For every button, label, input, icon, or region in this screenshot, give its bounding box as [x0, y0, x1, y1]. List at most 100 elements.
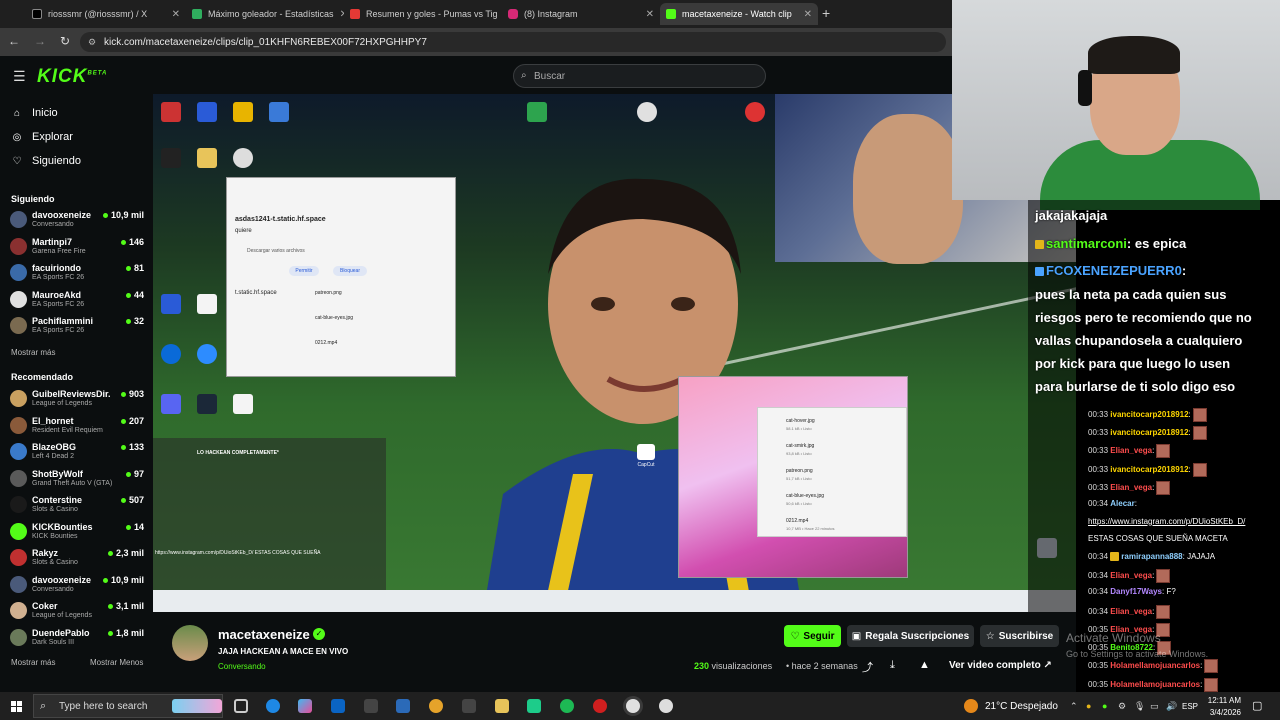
subscribe-button[interactable]: ☆ Suscribirse — [980, 625, 1059, 647]
channel-row[interactable]: KICKBounties KICK Bounties 14 — [10, 520, 144, 544]
spotify-icon[interactable] — [560, 699, 574, 713]
forward-icon[interactable]: → — [34, 34, 46, 48]
show-more-link[interactable]: Mostrar más — [11, 348, 55, 357]
popup-item: Descargar varios archivos — [247, 248, 305, 254]
gift-subs-button[interactable]: ▣ Regala Suscripciones — [847, 625, 974, 647]
follow-button[interactable]: ♡ Seguir — [784, 625, 841, 647]
channel-row[interactable]: davooxeneize Conversando 10,9 mil — [10, 573, 144, 597]
headphones-icon — [1078, 70, 1092, 106]
url-bar[interactable]: kick.com/macetaxeneize/clips/clip_01KHFN… — [80, 32, 946, 52]
tab-resumen[interactable]: Resumen y goles - Pumas vs Tig ✕ — [344, 3, 502, 25]
sidebar-item-explorar[interactable]: ◎ Explorar — [11, 131, 73, 143]
tray-app-icon[interactable]: ● — [1102, 701, 1107, 711]
channel-row[interactable]: MauroeAkd EA Sports FC 26 44 — [10, 288, 144, 312]
hamburger-menu-icon[interactable]: ☰ — [13, 68, 26, 85]
channel-category: Conversando — [32, 221, 74, 228]
firefox-icon[interactable] — [429, 699, 443, 713]
word-icon — [197, 102, 217, 122]
notification-icon[interactable]: ▢ — [1252, 699, 1262, 712]
channel-row[interactable]: davooxeneize Conversando 10,9 mil — [10, 208, 144, 232]
network-icon[interactable]: ▭ — [1150, 701, 1159, 712]
tab-instagram[interactable]: (8) Instagram ✕ — [502, 3, 660, 25]
google-play-icon — [527, 102, 547, 122]
tray-app-icon[interactable]: ● — [1086, 701, 1091, 711]
channel-row[interactable]: Pachiflammini EA Sports FC 26 32 — [10, 314, 144, 338]
edge-icon[interactable] — [266, 699, 280, 713]
file-item: patreon.png — [315, 290, 342, 296]
share-icon[interactable]: ⤴ — [862, 659, 873, 675]
close-icon[interactable]: ✕ — [646, 9, 654, 20]
reload-icon[interactable]: ↻ — [60, 34, 70, 48]
tab-goleador[interactable]: Máximo goleador - Estadísticas ✕ — [186, 3, 344, 25]
channel-row[interactable]: ShotByWolf Grand Theft Auto V (GTA) 97 — [10, 467, 144, 491]
channel-row[interactable]: BlazeOBG Left 4 Dead 2 133 — [10, 440, 144, 464]
sidebar-item-inicio[interactable]: ⌂ Inicio — [11, 107, 58, 119]
download-icon[interactable]: ⤓ — [890, 659, 895, 672]
search-input[interactable]: Buscar — [513, 64, 766, 88]
tab-label: (8) Instagram — [524, 9, 578, 19]
youtube-icon — [350, 9, 360, 19]
tray-app-icon[interactable]: ⚙ — [1118, 701, 1126, 712]
emote-icon — [1204, 677, 1219, 692]
chat-message-large: vallas chupandosela a cualquiero — [1035, 333, 1243, 348]
kick-logo[interactable]: KICKBETA — [37, 66, 107, 88]
volume-icon[interactable]: 🔊 — [1166, 701, 1177, 712]
obs-icon[interactable] — [659, 699, 673, 713]
report-icon[interactable]: ▲ — [919, 659, 930, 671]
chat-message-large: jakajakajaja — [1035, 208, 1108, 223]
back-icon[interactable]: ← — [8, 34, 20, 48]
tab-kick[interactable]: macetaxeneize - Watch clip ✕ — [660, 3, 818, 25]
chat-text: : — [1188, 464, 1191, 474]
store-icon[interactable] — [364, 699, 378, 713]
allow-button: Permitir — [289, 266, 319, 276]
channel-row[interactable]: facuiriondo EA Sports FC 26 81 — [10, 261, 144, 285]
sidebar-item-siguiendo[interactable]: ♡ Siguiendo — [11, 155, 81, 167]
close-icon[interactable]: ✕ — [804, 9, 812, 20]
channel-row[interactable]: GuibelReviewsDir... League of Legends 903 — [10, 387, 144, 411]
channel-row[interactable]: Rakyz Slots & Casino 2,3 mil — [10, 546, 144, 570]
mail-icon[interactable] — [331, 699, 345, 713]
overlay-text: LO HACKEAN COMPLETAMENTE* — [197, 450, 279, 456]
emote-icon — [1156, 604, 1171, 619]
channel-row[interactable]: DuendePablo Dark Souls III 1,8 mil — [10, 626, 144, 650]
vscode-icon[interactable] — [396, 699, 410, 713]
channel-row[interactable]: Coker League of Legends 3,1 mil — [10, 599, 144, 623]
file-item: cat-blue-eyes.jpg — [315, 315, 354, 321]
chat-message: 00:34 Alecar: — [1088, 499, 1137, 508]
browser-popup-window: asdas1241-t.static.hf.space quiere Desca… — [226, 177, 456, 377]
microphone-icon[interactable]: 🎙 — [1134, 701, 1145, 712]
chat-user: ivancitocarp2018912 — [1110, 410, 1189, 420]
channel-row[interactable]: El_hornet Resident Evil Requiem 207 — [10, 414, 144, 438]
app-icon[interactable] — [527, 699, 541, 713]
weather-text[interactable]: 21°C Despejado — [985, 701, 1058, 712]
chat-user: Danyf17Ways — [1110, 587, 1162, 597]
opera-icon[interactable] — [593, 699, 607, 713]
copilot-icon[interactable] — [298, 699, 312, 713]
channel-row[interactable]: Martinpi7 Garena Free Fire 146 — [10, 235, 144, 259]
video-player[interactable]: CapCut asdas1241-t.static.hf.space quier… — [153, 94, 1076, 612]
watch-full-video-link[interactable]: Ver video completo ↗ — [949, 660, 1052, 671]
calculator-icon[interactable] — [462, 699, 476, 713]
avatar[interactable] — [172, 625, 208, 661]
clock-time[interactable]: 12:11 AM — [1207, 696, 1241, 705]
file-explorer-icon[interactable] — [495, 699, 509, 713]
chat-message: 00:33 ivancitocarp2018912: — [1088, 408, 1207, 422]
new-tab-button[interactable]: + — [822, 5, 830, 21]
clock-date[interactable]: 3/4/2026 — [1207, 708, 1241, 717]
clip-category[interactable]: Conversando — [218, 662, 266, 671]
tab-x[interactable]: riosssmr (@riosssmr) / X ✕ — [26, 3, 186, 25]
show-less-link[interactable]: Mostrar Menos — [90, 658, 143, 667]
channel-name[interactable]: macetaxeneize — [218, 627, 310, 642]
watch-full-label: Ver video completo — [949, 660, 1041, 671]
task-view-icon[interactable] — [234, 699, 248, 713]
chrome-icon[interactable] — [626, 699, 640, 713]
site-info-icon[interactable]: ⚙ — [88, 37, 96, 48]
chevron-up-icon[interactable]: ⌃ — [1070, 701, 1078, 712]
channel-row[interactable]: Conterstine Slots & Casino 507 — [10, 493, 144, 517]
chat-message-large: FCOXENEIZEPUERR0: — [1035, 263, 1186, 278]
close-icon[interactable]: ✕ — [172, 9, 180, 20]
channel-name: Rakyz — [32, 548, 59, 558]
language-indicator[interactable]: ESP — [1182, 702, 1198, 711]
windows-start-icon[interactable] — [11, 701, 22, 712]
show-more-link-2[interactable]: Mostrar más — [11, 658, 55, 667]
